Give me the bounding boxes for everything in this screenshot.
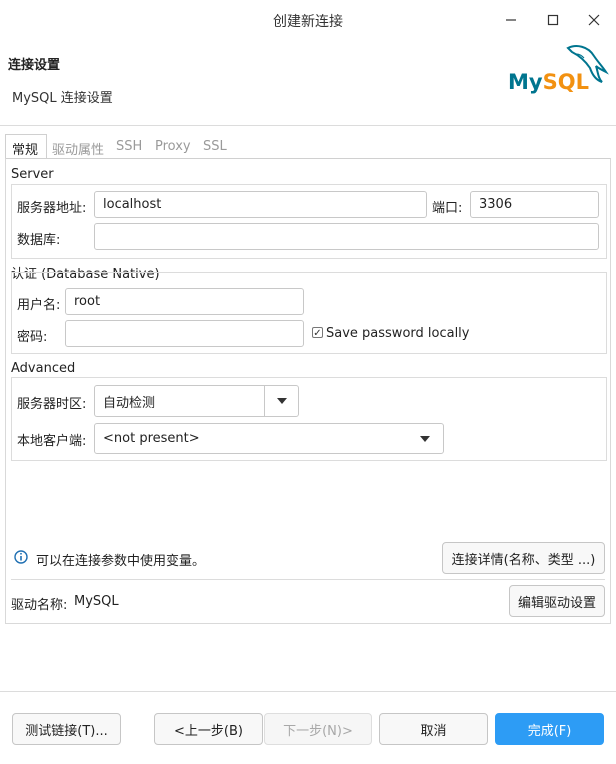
maximize-button[interactable] [539,8,567,32]
username-input[interactable]: root [65,288,304,315]
tab-general[interactable]: 常规 [12,139,38,158]
password-label: 密码: [17,330,48,345]
mysql-logo: MySQL [506,42,610,98]
tab-proxy[interactable]: Proxy [155,139,191,154]
dolphin-icon: MySQL [508,45,609,94]
mysql-logo-text: MySQL [508,70,589,94]
timezone-value: 自动检测 [103,395,156,411]
next-button[interactable]: 下一步(N)> [264,713,372,745]
minimize-icon [506,19,516,21]
tab-ssl[interactable]: SSL [203,139,227,154]
port-label: 端口: [432,201,463,216]
driver-value: MySQL [74,594,119,609]
timezone-select[interactable]: 自动检测 [94,385,299,417]
host-value: localhost [103,197,162,212]
advanced-group-label: Advanced [11,361,76,376]
info-icon [14,550,28,564]
back-button[interactable]: <上一步(B) [154,713,263,745]
timezone-label: 服务器时区: [17,397,87,412]
server-group-label: Server [11,167,54,182]
host-input[interactable]: localhost [94,191,427,218]
timezone-dropdown-button[interactable] [264,386,298,416]
driver-label: 驱动名称: [11,598,68,613]
client-label: 本地客户端: [17,434,87,449]
footer-divider [0,691,616,692]
test-connection-button[interactable]: 测试链接(T)... [12,713,121,745]
close-button[interactable] [580,8,608,32]
username-label: 用户名: [17,298,61,313]
chevron-down-icon [276,398,287,404]
client-value: <not present> [103,431,200,446]
close-icon [588,14,600,26]
header-divider [0,125,616,126]
port-value: 3306 [479,197,513,212]
page-title: 连接设置 [8,58,61,73]
edit-driver-button[interactable]: 编辑驱动设置 [509,585,605,617]
cancel-button[interactable]: 取消 [379,713,488,745]
port-input[interactable]: 3306 [470,191,599,218]
database-input[interactable] [94,223,599,250]
tab-driver-properties[interactable]: 驱动属性 [52,139,104,158]
info-text: 可以在连接参数中使用变量。 [36,554,206,569]
save-password-label[interactable]: Save password locally [326,326,470,341]
finish-button[interactable]: 完成(F) [495,713,604,745]
username-value: root [74,294,101,309]
password-input[interactable] [65,320,304,347]
page-subtitle: MySQL 连接设置 [12,91,113,106]
info-divider [11,579,605,580]
save-password-checkbox[interactable]: ✓ [312,327,323,339]
chevron-down-icon [420,435,430,442]
client-select[interactable]: <not present> [94,423,444,454]
tab-ssh[interactable]: SSH [116,139,142,154]
database-label: 数据库: [17,233,61,248]
maximize-icon [547,14,559,26]
host-label: 服务器地址: [17,201,87,216]
connection-details-button[interactable]: 连接详情(名称、类型 ...) [442,542,605,574]
minimize-button[interactable] [497,8,525,32]
